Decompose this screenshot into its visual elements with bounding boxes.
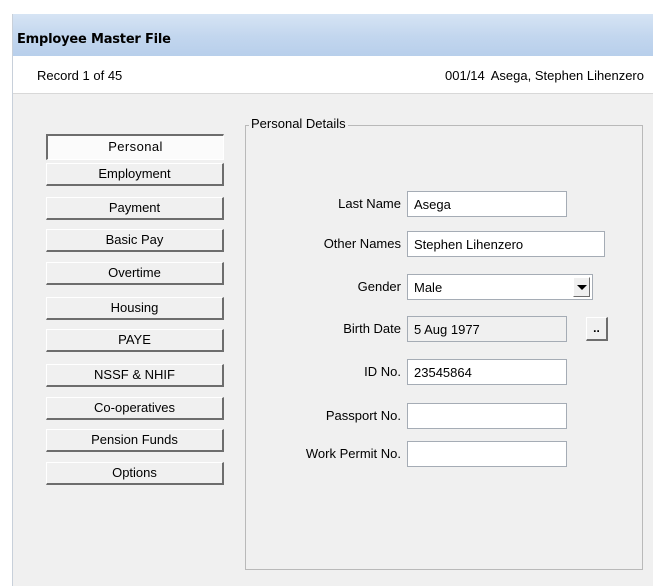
passport-no-label: Passport No.: [325, 408, 401, 423]
nav-basic-pay-button[interactable]: Basic Pay: [46, 229, 224, 252]
gender-select[interactable]: Male: [407, 274, 593, 300]
personal-details-group: Personal Details Last Name Other Names G…: [245, 116, 643, 570]
passport-no-field[interactable]: [407, 403, 567, 429]
id-no-field[interactable]: [407, 359, 567, 385]
birth-date-field[interactable]: [407, 316, 567, 342]
nav-employment-button[interactable]: Employment: [46, 163, 224, 186]
nav-overtime-button[interactable]: Overtime: [46, 262, 224, 285]
last-name-label: Last Name: [338, 196, 401, 211]
nav-options-button[interactable]: Options: [46, 462, 224, 485]
employee-name: Asega, Stephen Lihenzero: [490, 68, 644, 83]
last-name-field[interactable]: [407, 191, 567, 217]
title-bar: Employee Master File: [13, 14, 653, 56]
nav-pension-funds-button[interactable]: Pension Funds: [46, 429, 224, 452]
nav-paye-button[interactable]: PAYE: [46, 329, 224, 352]
gender-value: Male: [414, 280, 443, 295]
birth-date-label: Birth Date: [343, 321, 401, 336]
id-no-label: ID No.: [364, 364, 401, 379]
work-permit-no-label: Work Permit No.: [305, 446, 401, 461]
work-permit-no-field[interactable]: [407, 441, 567, 467]
chevron-down-icon[interactable]: [573, 277, 590, 297]
gender-label: Gender: [357, 279, 401, 294]
nav-payment-button[interactable]: Payment: [46, 197, 224, 220]
employee-master-window: Employee Master File Record 1 of 45 001/…: [12, 14, 653, 586]
nav-nssf-nhif-button[interactable]: NSSF & NHIF: [46, 364, 224, 387]
date-picker-button[interactable]: ..: [586, 317, 608, 341]
other-names-field[interactable]: [407, 231, 605, 257]
employee-code: 001/14: [445, 68, 485, 83]
group-title: Personal Details: [249, 116, 348, 131]
window-title: Employee Master File: [17, 32, 171, 47]
nav-co-operatives-button[interactable]: Co-operatives: [46, 397, 224, 420]
nav-housing-button[interactable]: Housing: [46, 297, 224, 320]
nav-personal-button[interactable]: Personal: [46, 134, 224, 160]
record-bar: Record 1 of 45 001/14 Asega, Stephen Lihe…: [13, 56, 653, 94]
other-names-label: Other Names: [323, 236, 401, 251]
record-employee: 001/14 Asega, Stephen Lihenzero: [445, 68, 644, 83]
record-count: Record 1 of 45: [37, 68, 123, 83]
